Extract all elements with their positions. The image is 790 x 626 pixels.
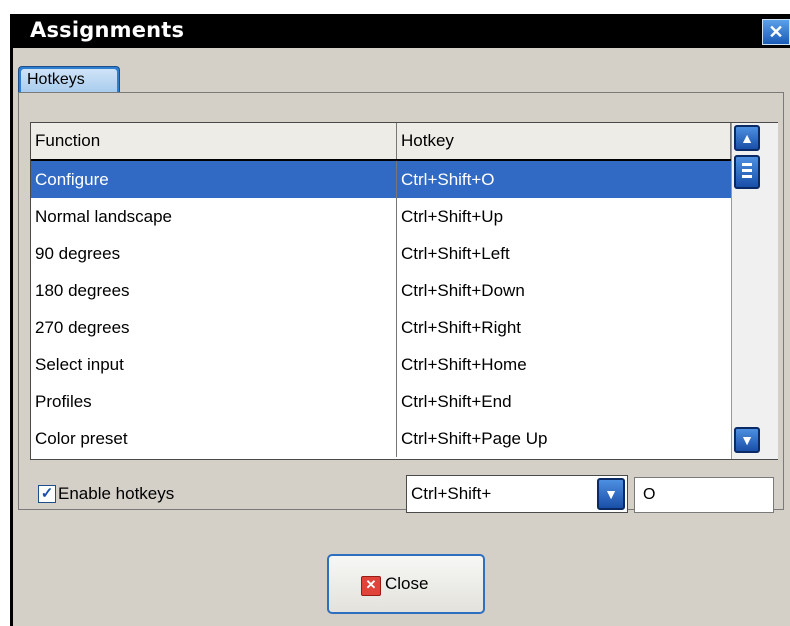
hotkey-cell: Ctrl+Shift+End [401, 392, 512, 411]
function-cell: Color preset [31, 420, 397, 457]
scroll-thumb[interactable] [734, 155, 760, 189]
hotkey-cell: Ctrl+Shift+Page Up [401, 429, 548, 448]
hotkey-cell: Ctrl+Shift+O [401, 170, 495, 189]
enable-hotkeys-label[interactable]: Enable hotkeys [58, 483, 174, 505]
function-cell: 180 degrees [31, 272, 397, 309]
function-cell: 270 degrees [31, 309, 397, 346]
tab-hotkeys-label: Hotkeys [21, 69, 117, 92]
function-cell: Profiles [31, 383, 397, 420]
table-row[interactable]: Configure Ctrl+Shift+O [31, 161, 731, 198]
column-header-hotkey[interactable]: Hotkey [397, 123, 731, 159]
scroll-down-button[interactable]: ▼ [734, 427, 760, 453]
hotkey-cell: Ctrl+Shift+Up [401, 207, 504, 226]
function-cell: Normal landscape [31, 198, 397, 235]
table-row[interactable]: 180 degrees Ctrl+Shift+Down [31, 272, 731, 309]
function-cell: Select input [31, 346, 397, 383]
enable-hotkeys-checkbox[interactable]: ✓ [38, 485, 56, 503]
title-bar[interactable]: Assignments ✕ [10, 14, 790, 48]
tab-hotkeys[interactable]: Hotkeys [18, 66, 120, 92]
arrow-up-icon: ▲ [740, 130, 754, 146]
table-row[interactable]: Select input Ctrl+Shift+Home [31, 346, 731, 383]
table-row[interactable]: Color preset Ctrl+Shift+Page Up [31, 420, 731, 457]
function-cell: 90 degrees [31, 235, 397, 272]
hotkey-cell: Ctrl+Shift+Home [401, 355, 527, 374]
close-x-icon: ✕ [361, 576, 381, 596]
hotkey-cell: Ctrl+Shift+Down [401, 281, 525, 300]
window-title: Assignments [30, 18, 185, 42]
arrow-down-icon: ▼ [740, 432, 754, 448]
table-row[interactable]: Normal landscape Ctrl+Shift+Up [31, 198, 731, 235]
scroll-up-button[interactable]: ▲ [734, 125, 760, 151]
modifier-dropdown[interactable]: Ctrl+Shift+ ▼ [406, 475, 628, 513]
modifier-dropdown-button[interactable]: ▼ [597, 478, 625, 510]
hotkey-table: Function Hotkey Configure Ctrl+Shift+O N… [30, 122, 778, 460]
window-close-button[interactable]: ✕ [762, 19, 790, 45]
chevron-down-icon: ▼ [604, 486, 618, 502]
table-header: Function Hotkey [31, 123, 731, 161]
table-row[interactable]: 90 degrees Ctrl+Shift+Left [31, 235, 731, 272]
table-row[interactable]: Profiles Ctrl+Shift+End [31, 383, 731, 420]
table-scrollbar[interactable]: ▲ ▼ [731, 123, 778, 459]
close-icon: ✕ [768, 22, 784, 42]
modifier-value: Ctrl+Shift+ [411, 484, 492, 503]
hotkey-key-field[interactable] [634, 477, 774, 513]
hotkey-cell: Ctrl+Shift+Right [401, 318, 521, 337]
close-button[interactable]: ✕ Close [327, 554, 485, 614]
close-button-label: Close [385, 574, 429, 593]
table-row[interactable]: 270 degrees Ctrl+Shift+Right [31, 309, 731, 346]
hotkey-cell: Ctrl+Shift+Left [401, 244, 510, 263]
column-header-function[interactable]: Function [31, 123, 397, 159]
checkmark-icon: ✓ [40, 485, 54, 502]
grip-icon [742, 163, 752, 181]
function-cell: Configure [31, 161, 397, 198]
